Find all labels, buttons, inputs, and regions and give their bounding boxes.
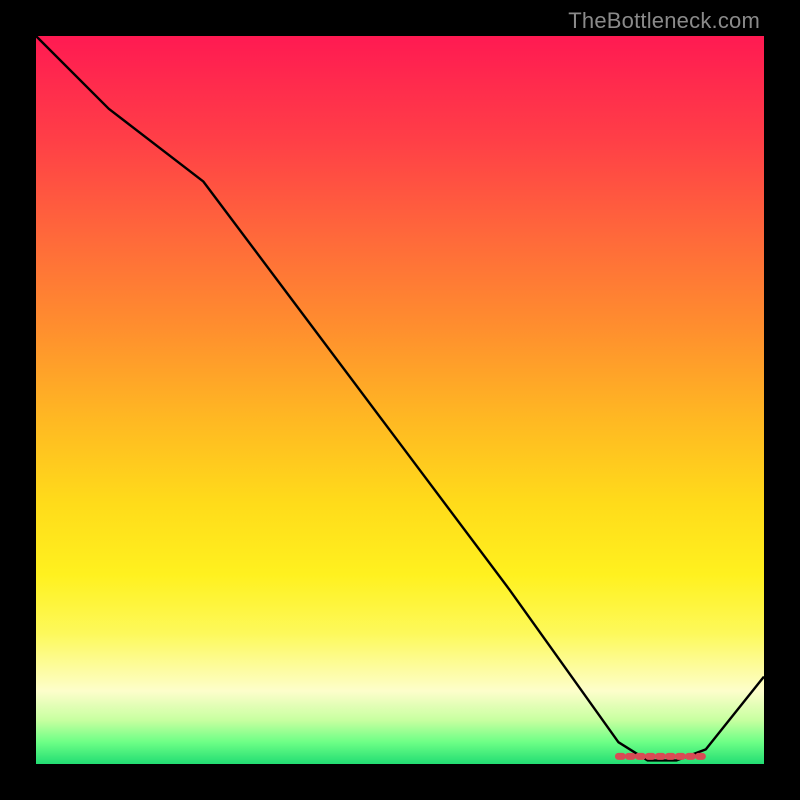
bottleneck-curve — [36, 36, 764, 760]
chart-frame: TheBottleneck.com — [0, 0, 800, 800]
chart-overlay — [36, 36, 764, 764]
attribution-label: TheBottleneck.com — [568, 8, 760, 34]
